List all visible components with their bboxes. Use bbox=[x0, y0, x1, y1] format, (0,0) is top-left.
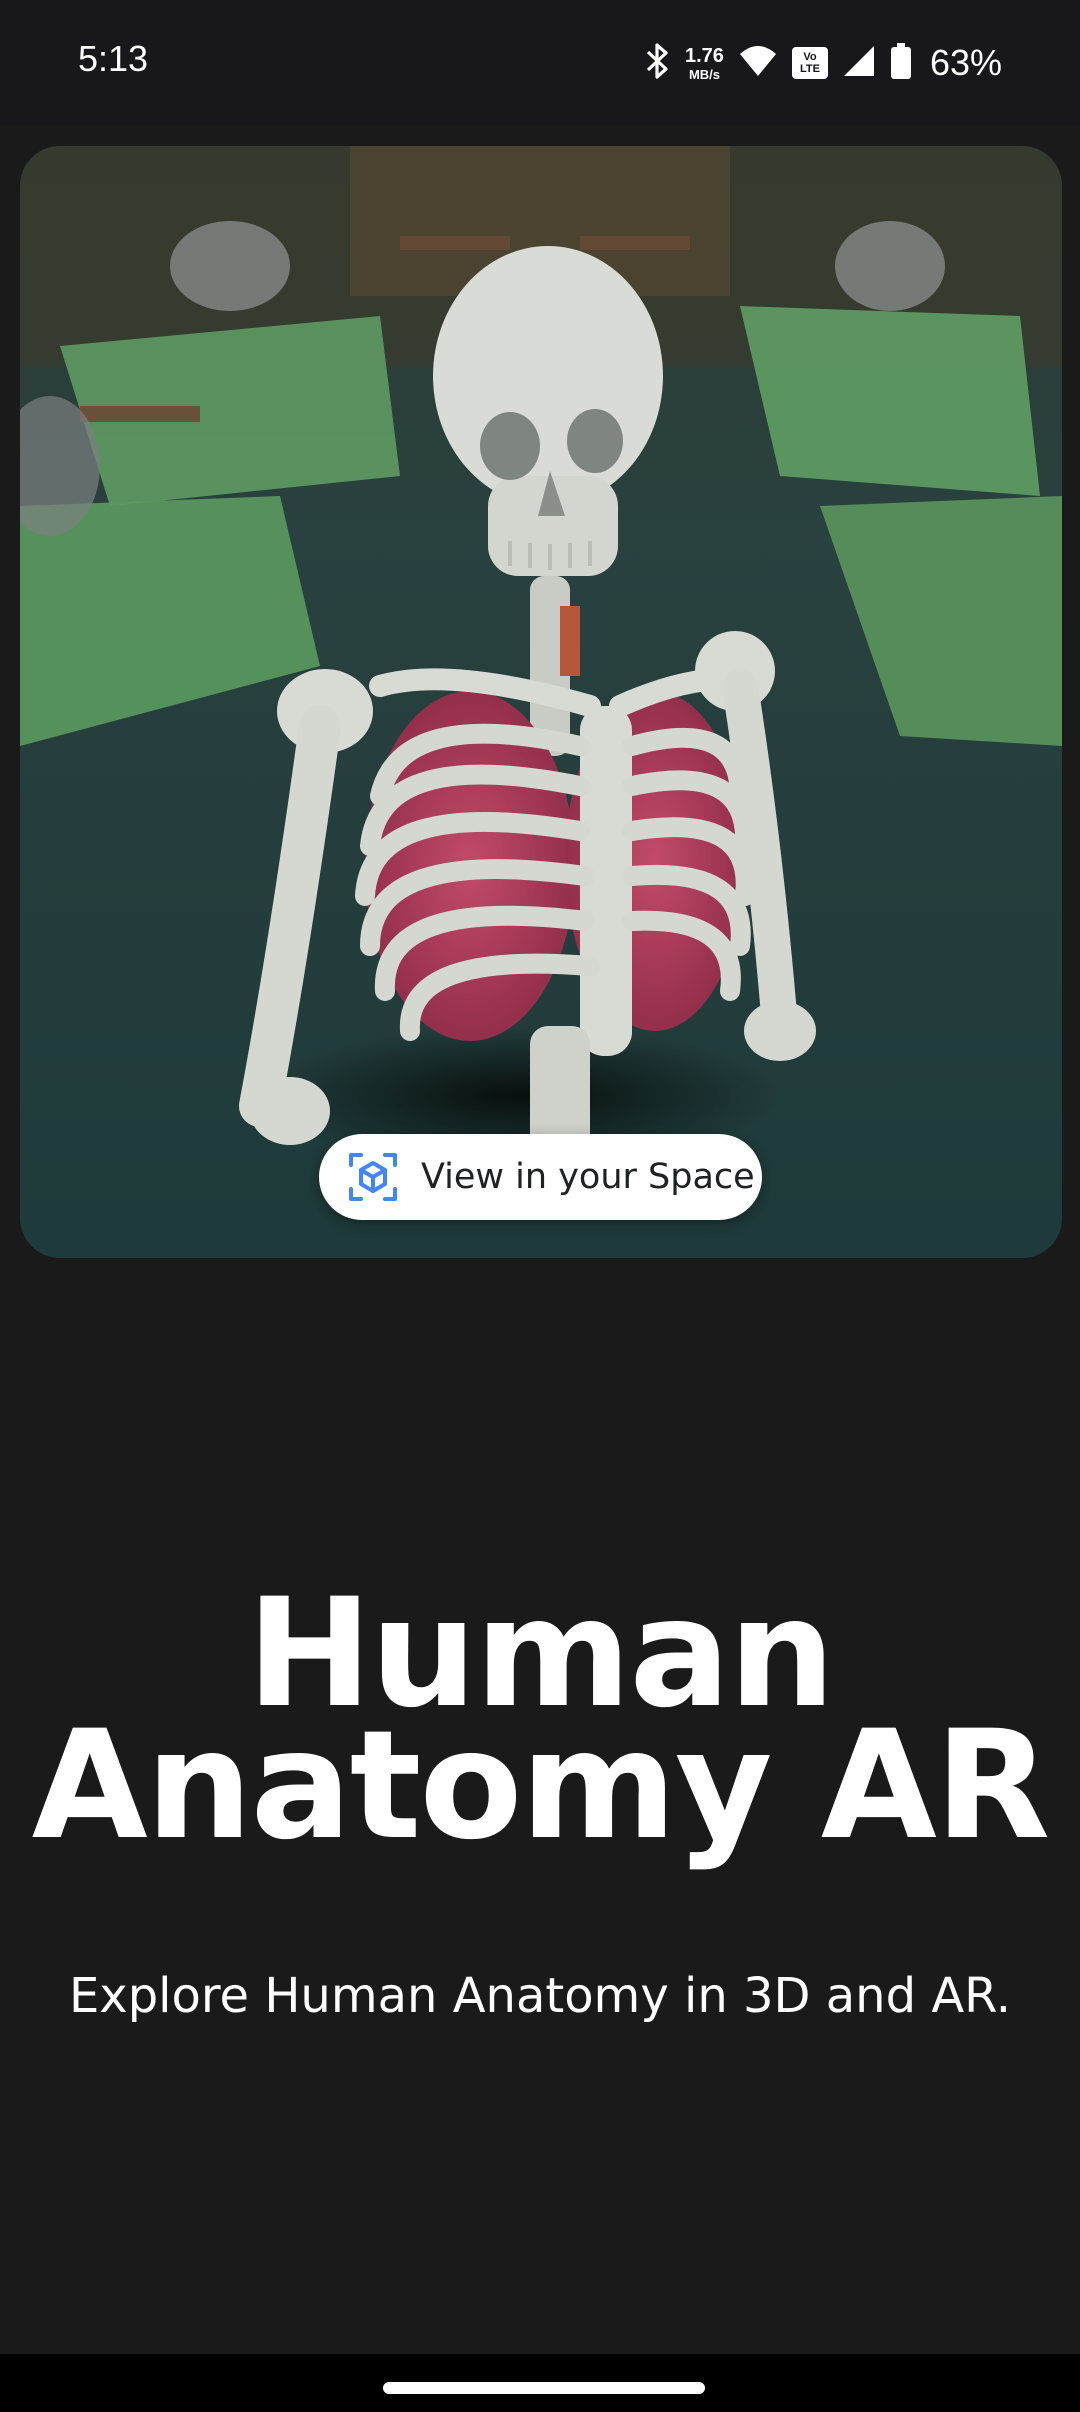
app-subtitle: Explore Human Anatomy in 3D and AR. bbox=[68, 1968, 1012, 2024]
skeleton-ar-preview bbox=[20, 146, 1062, 1258]
ar-cube-icon bbox=[347, 1151, 399, 1203]
app-title-line-2: Anatomy AR bbox=[31, 1699, 1051, 1873]
ar-button-label: View in your Space bbox=[421, 1157, 755, 1197]
status-time: 5:13 bbox=[78, 38, 149, 79]
volte-icon: Vo LTE bbox=[791, 47, 828, 79]
status-bar: 5:13 1.76 MB/s Vo LTE 63% bbox=[0, 0, 1080, 126]
view-in-your-space-button[interactable]: View in your Space bbox=[319, 1134, 762, 1220]
app-title: Human Anatomy AR bbox=[0, 1579, 1080, 1873]
home-gesture-pill[interactable] bbox=[383, 2382, 705, 2394]
signal-icon bbox=[842, 44, 876, 83]
battery-percent: 63% bbox=[929, 42, 1002, 83]
net-speed: 1.76 MB/s bbox=[685, 44, 724, 82]
status-icons: 1.76 MB/s Vo LTE 63% bbox=[645, 36, 1002, 90]
wifi-icon bbox=[738, 44, 778, 83]
hero-ar-preview[interactable]: View in your Space bbox=[20, 146, 1062, 1258]
bluetooth-icon bbox=[645, 42, 671, 85]
battery-icon bbox=[890, 42, 912, 85]
